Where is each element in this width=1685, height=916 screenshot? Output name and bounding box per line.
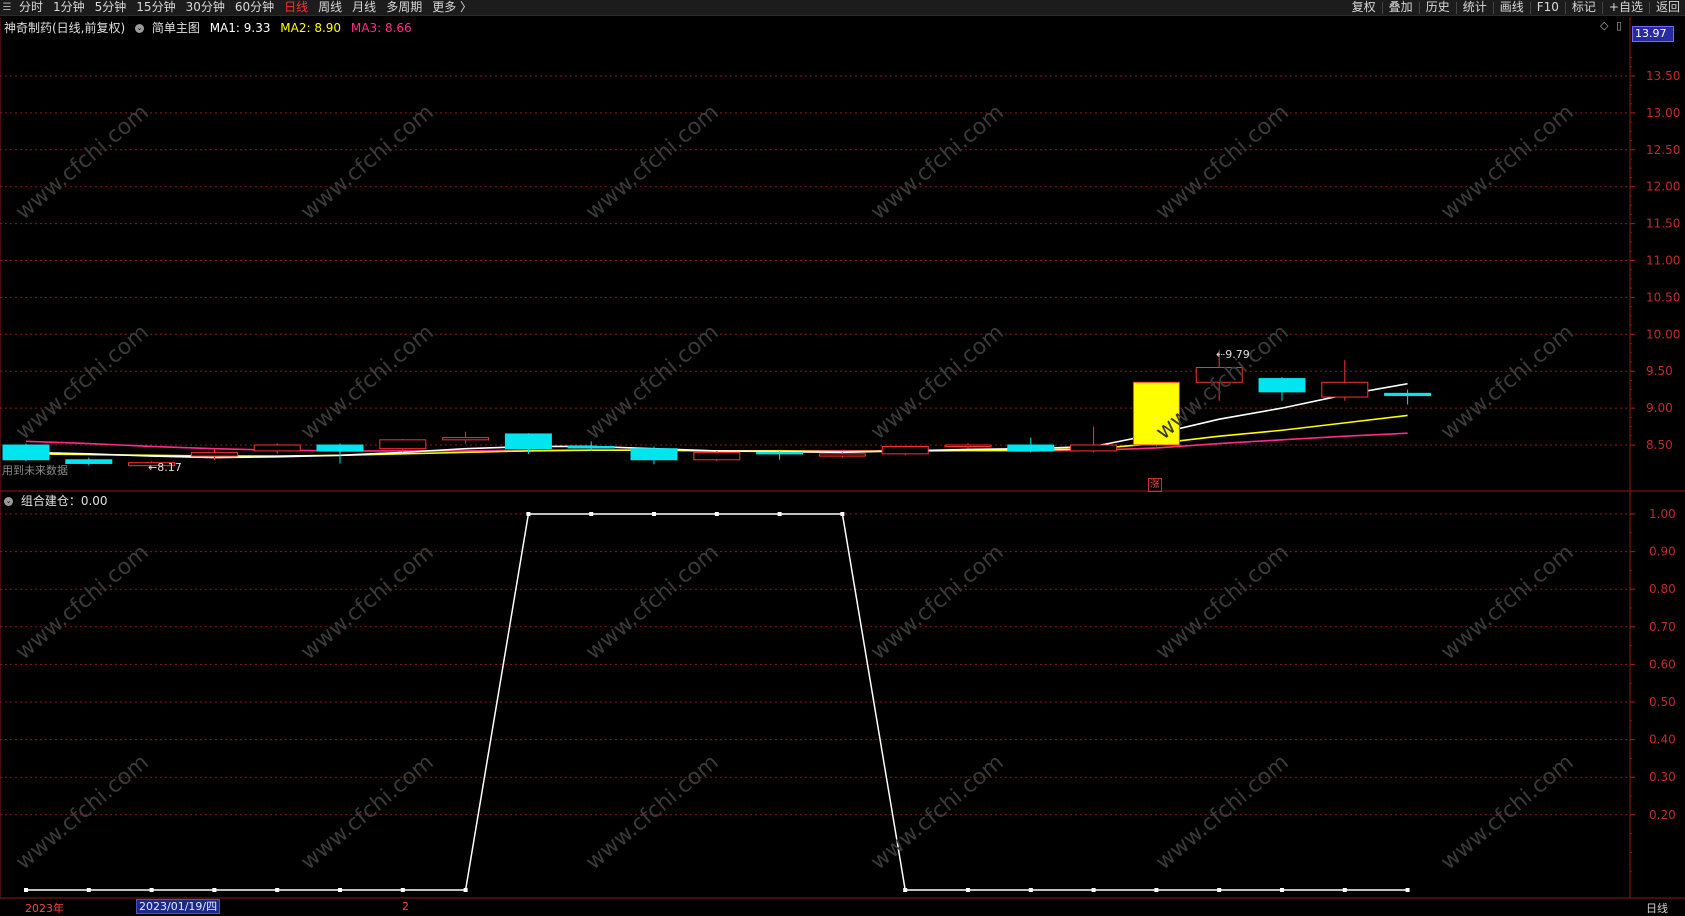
candle-body [2, 444, 50, 461]
indicator-tick-label: 0.30 [1649, 770, 1676, 784]
indicator-point [212, 888, 217, 892]
ma2-value: MA2: 8.90 [280, 21, 342, 35]
candle-body [1070, 444, 1118, 452]
price-tick-label: 10.50 [1646, 290, 1680, 304]
price-tick-label: 9.00 [1646, 401, 1673, 415]
high-price-value: 9.79 [1225, 348, 1250, 361]
indicator-point [903, 888, 908, 892]
indicator-point [966, 888, 970, 892]
candle-body [253, 444, 301, 452]
price-tick-label: 13.50 [1646, 69, 1680, 83]
indicator-point [840, 512, 845, 516]
indicator-tick-label: 0.50 [1649, 695, 1676, 709]
indicator-point [149, 888, 154, 892]
ma3-value: MA3: 8.66 [350, 21, 412, 35]
sub-indicator-dropdown-icon[interactable]: ⌄ [4, 497, 13, 506]
indicator-tick-label: 0.80 [1649, 582, 1676, 596]
high-price-marker: ⇠9.79 [1216, 348, 1250, 361]
price-tick-label: 12.00 [1646, 180, 1680, 194]
candle-body [567, 445, 615, 449]
indicator-point [1342, 888, 1347, 892]
indicator-point [1028, 888, 1033, 892]
candle-body [1132, 381, 1180, 446]
period-label[interactable]: 日线 [1646, 900, 1668, 916]
price-tick-label: 12.50 [1646, 143, 1680, 157]
candle-body [504, 433, 552, 450]
candle-body [379, 439, 427, 450]
indicator-point [1405, 888, 1410, 892]
price-tick-label: 9.50 [1646, 364, 1673, 378]
candle-body [442, 437, 490, 441]
indicator-point [1280, 888, 1284, 892]
cursor-date: 2023/01/19/四 [136, 899, 221, 914]
year-label: 2023年 [25, 902, 64, 915]
low-price-value: 8.17 [157, 461, 182, 474]
stock-title[interactable]: 神奇制药(日线,前复权) [4, 21, 125, 35]
price-tick-label: 8.50 [1646, 438, 1673, 452]
main-chart-header: 神奇制药(日线,前复权) ⌄ 简单主图 MA1: 9.33 MA2: 8.90 … [4, 19, 412, 36]
indicator-point [1091, 888, 1096, 892]
candle-body [190, 451, 238, 457]
candle-body [1321, 381, 1369, 398]
candle-body [630, 448, 678, 461]
indicator-tick-label: 1.00 [1649, 507, 1676, 521]
sub-chart-header: ⌄ 组合建仓：0.00 [4, 492, 108, 509]
price-tick-label: 13.00 [1646, 106, 1680, 120]
indicator-point [777, 512, 782, 516]
chart-canvas[interactable]: 8.50 9.00 9.50 10.00 10.50 11.00 11.50 12.00 12.… [0, 0, 1685, 915]
indicator-tick-label: 0.40 [1649, 733, 1676, 747]
low-price-marker: ←8.17 [148, 461, 182, 474]
month-marker: 2 [402, 900, 409, 913]
indicator-point [463, 888, 468, 892]
limit-up-tag: 涨 [1148, 478, 1162, 492]
diamond-icon[interactable]: ◇ [1600, 19, 1608, 32]
candle-body [1195, 367, 1243, 383]
price-tick-label: 11.50 [1646, 217, 1680, 231]
chart-name[interactable]: 简单主图 [152, 21, 200, 35]
candle-body [881, 445, 929, 455]
candle-body [1258, 378, 1306, 393]
indicator-dropdown-icon[interactable]: ⌄ [135, 24, 145, 33]
indicator-point [1154, 888, 1159, 892]
indicator-point [275, 888, 280, 892]
price-tick-label: 11.00 [1646, 254, 1680, 268]
ma1-value: MA1: 9.33 [209, 21, 271, 35]
ma3-line [25, 432, 1408, 452]
sub-indicator-label[interactable]: 组合建仓：0.00 [21, 494, 108, 508]
ma2-line [25, 414, 1408, 457]
indicator-point [24, 888, 28, 892]
candle-body [818, 453, 866, 457]
indicator-point [86, 888, 91, 892]
window-icon[interactable]: ▯ [1616, 19, 1622, 32]
current-price-tag: 13.97 [1632, 26, 1674, 42]
indicator-point [1217, 888, 1222, 892]
candle-body [756, 451, 804, 455]
candle-body [316, 444, 364, 452]
indicator-tick-label: 0.90 [1649, 545, 1676, 559]
indicator-tick-label: 0.60 [1649, 657, 1676, 671]
indicator-point [526, 512, 531, 516]
indicator-point [652, 512, 656, 516]
indicator-tick-label: 0.20 [1649, 808, 1676, 822]
indicator-point [400, 888, 405, 892]
ma1-line [25, 382, 1408, 459]
candle-body [693, 451, 741, 461]
indicator-point [338, 888, 342, 892]
indicator-point [589, 512, 594, 516]
candle-body [1007, 444, 1055, 452]
candle-body [65, 459, 113, 464]
candle-body [944, 444, 992, 447]
future-data-note: 用到未来数据 [2, 464, 68, 477]
candle-body [1384, 392, 1432, 397]
price-tick-label: 10.00 [1646, 327, 1680, 341]
indicator-point [714, 512, 719, 516]
indicator-tick-label: 0.70 [1649, 620, 1676, 634]
